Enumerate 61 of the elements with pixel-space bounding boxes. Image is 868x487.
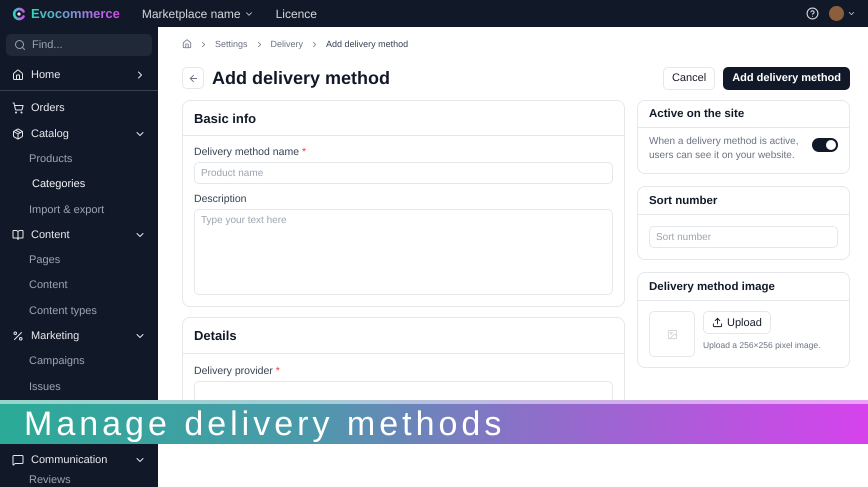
home-icon[interactable] (182, 39, 192, 49)
sidebar-item[interactable]: Marketing (0, 323, 158, 349)
input-field[interactable]: Sort number (649, 226, 838, 248)
sidebar-item[interactable]: Products (0, 146, 158, 172)
logo-icon (12, 6, 26, 20)
sidebar-item[interactable]: Campaigns (0, 348, 158, 374)
sidebar-item[interactable]: Reviews (0, 470, 158, 487)
sidebar-item[interactable]: Catalog (0, 120, 158, 146)
sidebar-item[interactable]: Home (0, 62, 158, 88)
chevron-right-icon (199, 40, 208, 48)
percent-icon (12, 330, 24, 342)
cancel-button[interactable]: Cancel (662, 66, 716, 90)
sidebar-item[interactable]: Pages (0, 247, 158, 273)
field-label: Delivery provider * (194, 365, 281, 377)
brand-name: Evocommerce (31, 6, 120, 21)
required-mark: * (302, 146, 306, 158)
sidebar-item[interactable]: Content (0, 222, 158, 248)
card-title: Active on the site (638, 101, 849, 128)
breadcrumb-link[interactable]: Delivery (270, 39, 304, 49)
account-menu[interactable] (829, 6, 856, 21)
marketplace-dropdown[interactable]: Marketplace name (142, 6, 254, 20)
book-icon (12, 228, 24, 241)
text-area[interactable]: Type your text here (194, 209, 613, 295)
home-icon (12, 68, 24, 81)
sidebar-item[interactable]: Issues (0, 374, 158, 400)
arrow-left-icon (188, 72, 198, 84)
input-field[interactable]: Product name (194, 162, 613, 184)
search-icon (14, 39, 26, 51)
cart-icon (12, 102, 24, 114)
sidebar-item[interactable]: Content types (0, 298, 158, 324)
avatar (829, 6, 844, 21)
hint-text: Upload a 256×256 pixel image. (703, 340, 820, 350)
card-title: Delivery method image (638, 273, 849, 301)
page-title: Add delivery method (212, 68, 392, 88)
box-icon (12, 128, 24, 140)
search-field[interactable]: Find... (6, 34, 152, 56)
image-icon (666, 328, 678, 340)
banner-text: Manage delivery methods (24, 407, 506, 441)
sidebar-item[interactable]: Orders (0, 96, 158, 121)
card-title: Sort number (638, 187, 849, 215)
chevron-down-icon (847, 9, 856, 18)
card-title: Basic info (183, 101, 624, 136)
sidebar-item[interactable]: Import & export (0, 196, 158, 222)
chat-icon (12, 454, 24, 466)
description-text: When a delivery method is active, users can see it on your website. (649, 135, 800, 163)
upload-button[interactable]: Upload (703, 311, 771, 334)
field-label: Delivery method name * (194, 146, 308, 158)
licence-link[interactable]: Licence (276, 6, 317, 20)
breadcrumb-link[interactable]: Settings (215, 39, 248, 49)
required-mark: * (276, 365, 280, 377)
sidebar-item[interactable]: Communication (0, 450, 158, 470)
upload-icon (712, 317, 723, 328)
sidebar-item[interactable]: Content (0, 272, 158, 298)
back-button[interactable] (182, 67, 204, 89)
field-label: Description (194, 193, 248, 205)
submit-button[interactable]: Add delivery method (723, 66, 850, 90)
help-icon[interactable] (806, 7, 819, 20)
toggle-switch[interactable] (812, 138, 838, 152)
sidebar-item[interactable]: Categories (0, 172, 158, 197)
breadcrumb-link[interactable]: Add delivery method (326, 39, 408, 49)
card-title: Details (183, 318, 624, 354)
